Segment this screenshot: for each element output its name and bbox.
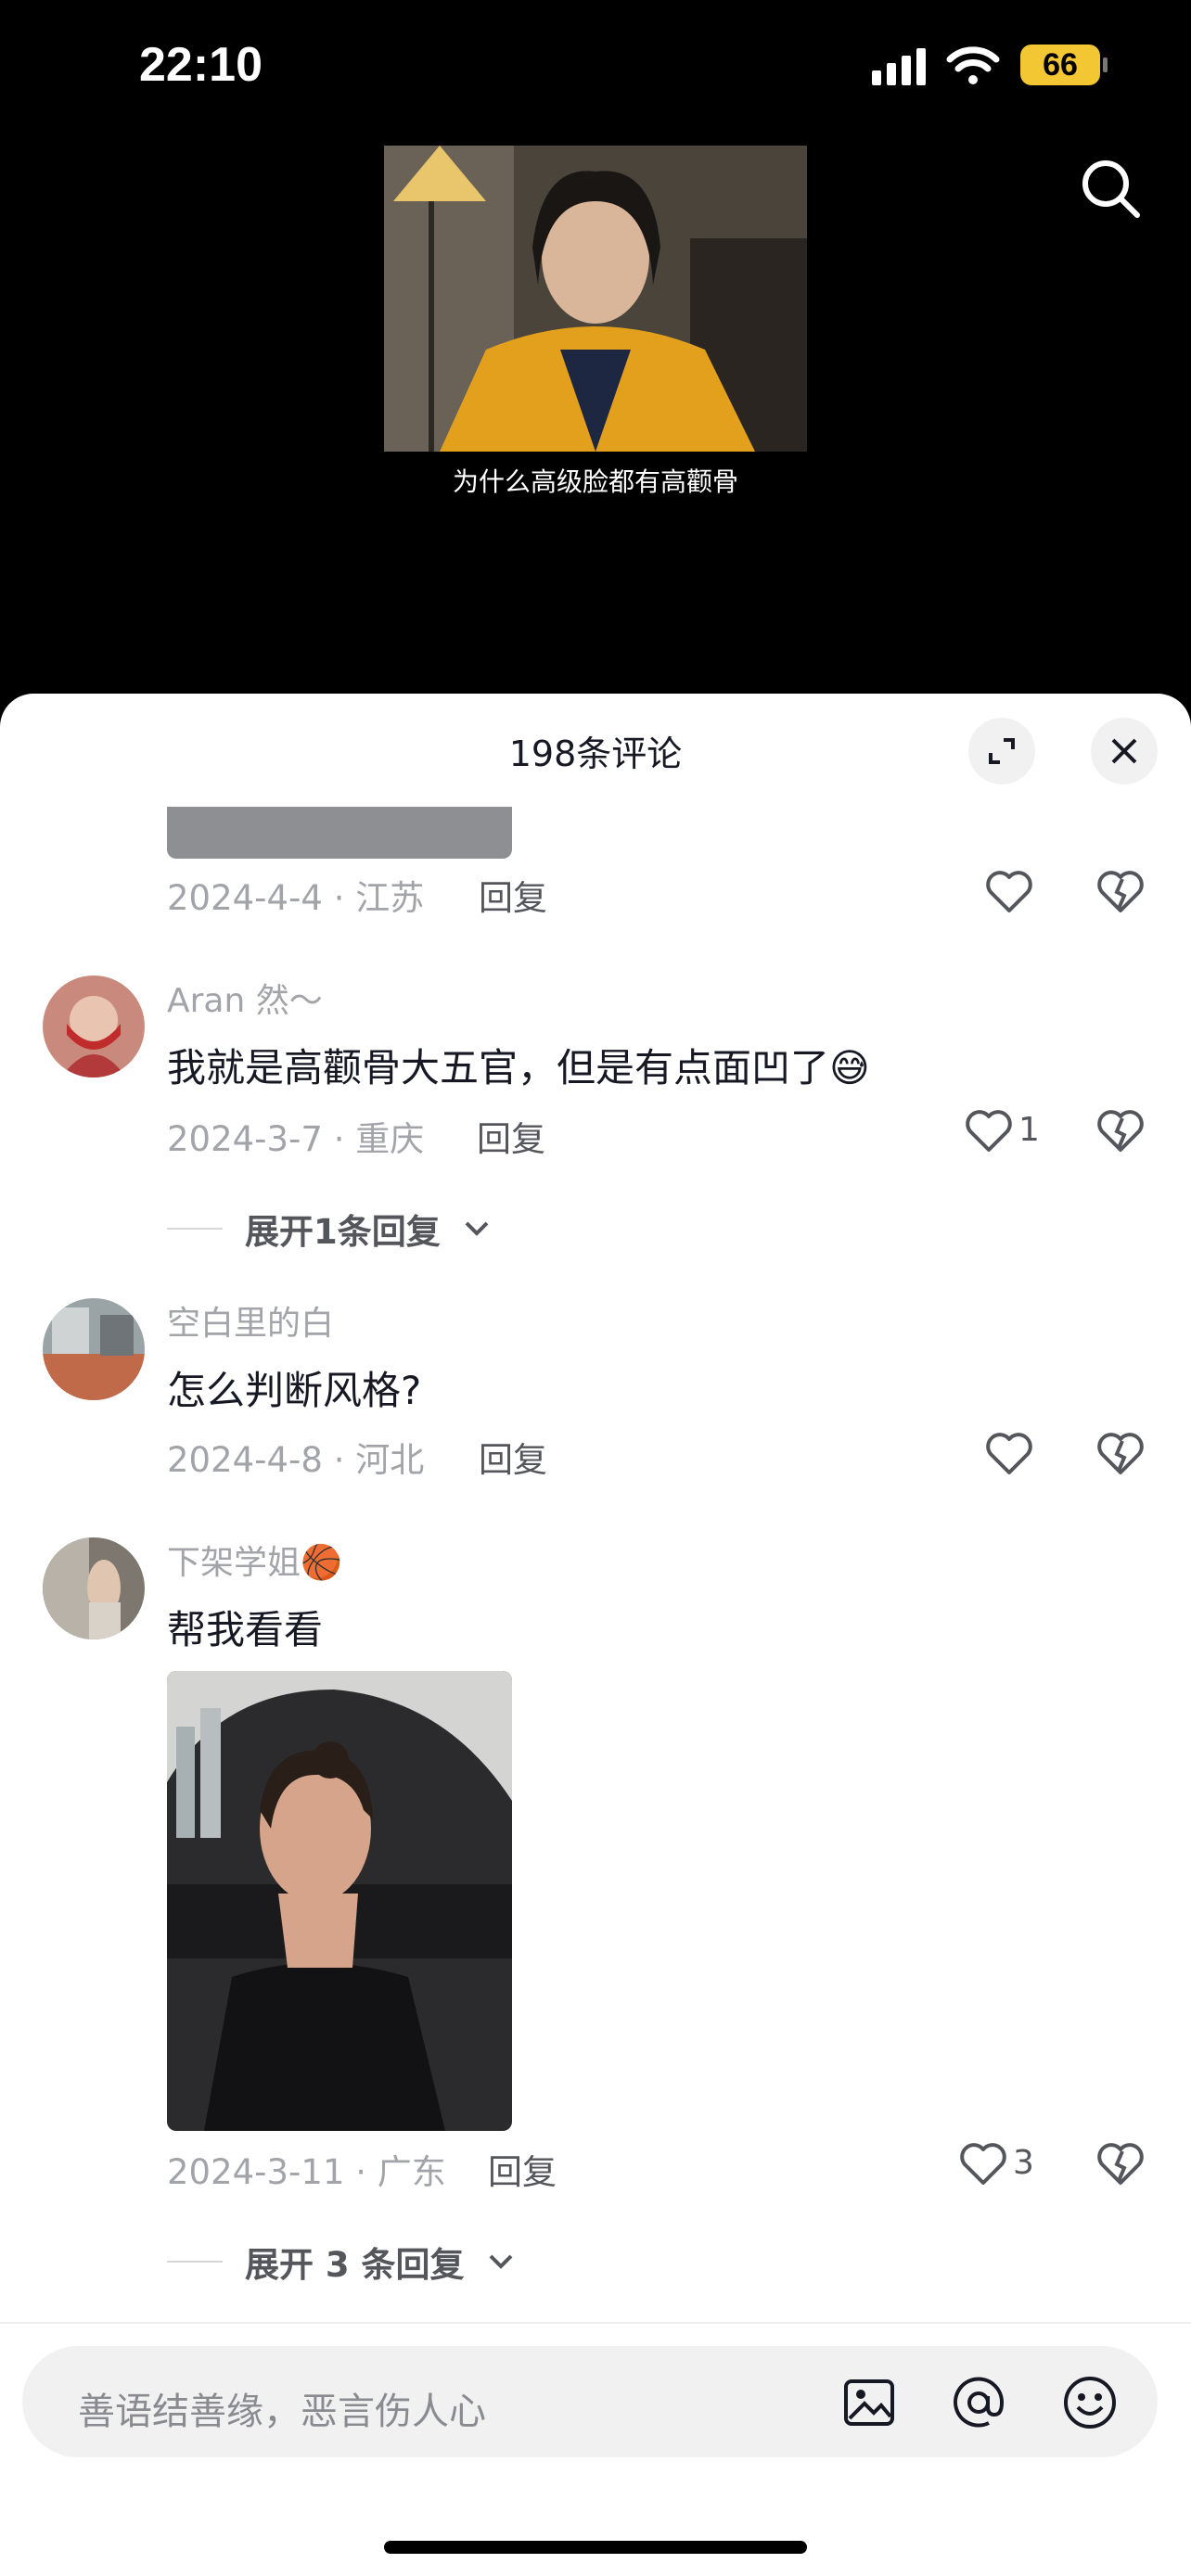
comment-text-body: 我就是高颧骨大五官，但是有点面凹了 bbox=[167, 1045, 830, 1090]
comment-image[interactable] bbox=[167, 1671, 512, 2131]
heart-icon[interactable] bbox=[965, 1109, 1013, 1154]
divider bbox=[167, 2261, 223, 2263]
like-count: 1 bbox=[1018, 1111, 1040, 1149]
heart-icon[interactable] bbox=[959, 2142, 1007, 2187]
expand-replies-label: 展开1条回复 bbox=[245, 1212, 441, 1252]
signal-icon bbox=[872, 45, 926, 85]
dislike-icon[interactable] bbox=[1096, 2142, 1145, 2187]
comments-sheet: 198条评论 2024-4-4 · 江苏 回复 Aran 然～ 我就是高颧骨大五… bbox=[0, 694, 1191, 2576]
dislike-icon[interactable] bbox=[1096, 1109, 1145, 1154]
video-player[interactable] bbox=[384, 146, 807, 452]
divider bbox=[0, 2322, 1191, 2324]
emoji: 😅 bbox=[829, 1045, 870, 1090]
chevron-down-icon bbox=[489, 2254, 512, 2269]
comment-input-placeholder: 善语结善缘，恶言伤人心 bbox=[78, 2391, 486, 2433]
avatar[interactable] bbox=[43, 1298, 145, 1400]
wifi-icon bbox=[946, 46, 1000, 84]
expand-replies-label: 展开 3 条回复 bbox=[245, 2245, 465, 2285]
basketball-emoji: 🏀 bbox=[301, 1544, 342, 1582]
comment-username[interactable]: Aran 然～ bbox=[167, 974, 323, 1022]
comment-text: 帮我看看 bbox=[167, 1607, 324, 1652]
comment-input[interactable]: 善语结善缘，恶言伤人心 bbox=[22, 2346, 1158, 2457]
avatar[interactable] bbox=[43, 976, 145, 1078]
expand-sheet-button[interactable] bbox=[968, 718, 1035, 784]
reply-button[interactable]: 回复 bbox=[488, 2144, 557, 2194]
comment-text: 怎么判断风格? bbox=[167, 1368, 422, 1413]
home-indicator[interactable] bbox=[384, 2541, 807, 2554]
comment-username[interactable]: 下架学姐🏀 bbox=[167, 1536, 342, 1584]
mention-icon[interactable] bbox=[950, 2374, 1007, 2431]
avatar[interactable] bbox=[43, 1537, 145, 1639]
image-icon[interactable] bbox=[842, 2376, 896, 2429]
battery-level: 66 bbox=[1043, 46, 1078, 83]
reply-button[interactable]: 回复 bbox=[477, 1111, 545, 1161]
close-sheet-button[interactable] bbox=[1091, 718, 1158, 784]
like-count: 3 bbox=[1013, 2144, 1034, 2182]
heart-icon[interactable] bbox=[985, 870, 1033, 914]
comment-date-location: 2024-4-4 · 江苏 bbox=[167, 878, 425, 918]
divider bbox=[167, 1228, 223, 1230]
reply-button[interactable]: 回复 bbox=[479, 870, 547, 920]
comment-username[interactable]: 空白里的白 bbox=[167, 1296, 334, 1345]
heart-icon[interactable] bbox=[985, 1432, 1033, 1476]
expand-icon bbox=[989, 738, 1015, 764]
status-time: 22:10 bbox=[139, 38, 263, 92]
username-text: 下架学姐 bbox=[167, 1544, 301, 1582]
dislike-icon[interactable] bbox=[1096, 1432, 1145, 1476]
dislike-icon[interactable] bbox=[1096, 870, 1145, 914]
expand-replies-button[interactable]: 展开 3 条回复 bbox=[167, 2237, 515, 2287]
reply-button[interactable]: 回复 bbox=[479, 1432, 547, 1482]
video-frame-image bbox=[384, 146, 807, 452]
video-caption: 为什么高级脸都有高颧骨 bbox=[452, 466, 738, 497]
battery-icon: 66 bbox=[1020, 45, 1108, 85]
search-icon[interactable] bbox=[1078, 156, 1143, 221]
status-icons: 66 bbox=[872, 45, 1108, 85]
expand-replies-button[interactable]: 展开1条回复 bbox=[167, 1204, 491, 1254]
comment-date-location: 2024-3-11 · 广东 bbox=[167, 2152, 446, 2192]
comment-date-location: 2024-3-7 · 重庆 bbox=[167, 1119, 425, 1159]
comment-date-location: 2024-4-8 · 河北 bbox=[167, 1440, 425, 1480]
comment-image[interactable] bbox=[167, 807, 512, 859]
emoji-icon[interactable] bbox=[1061, 2374, 1119, 2431]
comment-text: 我就是高颧骨大五官，但是有点面凹了😅 bbox=[167, 1037, 870, 1093]
chevron-down-icon bbox=[465, 1221, 489, 1236]
close-icon bbox=[1111, 738, 1137, 764]
